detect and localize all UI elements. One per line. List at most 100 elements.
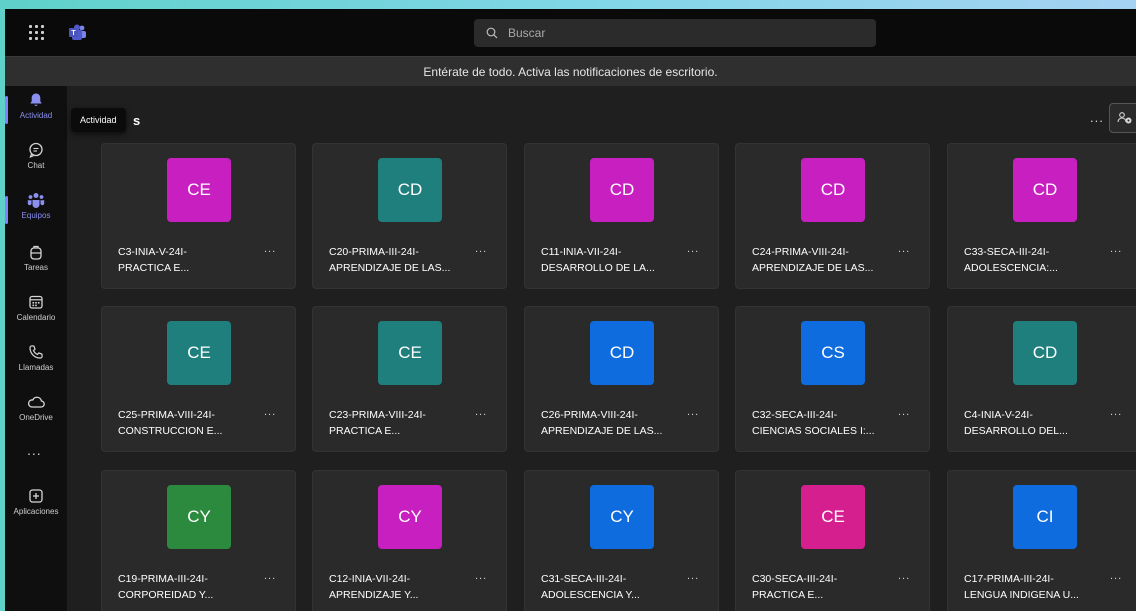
rail-label: OneDrive: [19, 413, 53, 422]
team-more-button[interactable]: ...: [1110, 243, 1122, 255]
team-name-line1: C25-PRIMA-VIII-24I-: [118, 409, 215, 421]
team-avatar: CS: [801, 321, 865, 385]
app-rail: Actividad Chat Equipos Tareas Calendario…: [5, 86, 67, 611]
team-name-line2: ADOLESCENCIA:...: [964, 262, 1058, 274]
rail-label: Equipos: [21, 211, 51, 220]
rail-label: Aplicaciones: [13, 507, 59, 516]
rail-item-onedrive[interactable]: OneDrive: [5, 394, 67, 444]
team-more-button[interactable]: ...: [898, 406, 910, 418]
team-card[interactable]: CD C20-PRIMA-III-24I- APRENDIZAJE DE LAS..…: [312, 143, 507, 289]
team-card[interactable]: CD C33-SECA-III-24I- ADOLESCENCIA:......: [947, 143, 1136, 289]
rail-label: Actividad: [19, 111, 53, 120]
cloud-icon: [28, 396, 45, 408]
team-card[interactable]: CY C12-INIA-VII-24I- APRENDIZAJE Y......: [312, 470, 507, 611]
team-card[interactable]: CE C30-SECA-III-24I- PRACTICA E......: [735, 470, 930, 611]
header-more-button[interactable]: ...: [1090, 110, 1104, 125]
team-avatar: CD: [1013, 321, 1077, 385]
team-avatar: CY: [590, 485, 654, 549]
team-more-button[interactable]: ...: [264, 406, 276, 418]
team-name-line1: C30-SECA-III-24I-: [752, 573, 838, 585]
team-name: C23-PRIMA-VIII-24I- PRACTICA E...: [329, 407, 469, 439]
team-more-button[interactable]: ...: [687, 406, 699, 418]
team-card[interactable]: CE C3-INIA-V-24I- PRACTICA E......: [101, 143, 296, 289]
backpack-icon: [30, 245, 42, 260]
main-header: s Actividad ...: [67, 86, 1136, 136]
join-create-team-button[interactable]: [1109, 103, 1136, 133]
team-name-line2: DESARROLLO DEL...: [964, 425, 1068, 437]
page-title-fragment: s: [133, 113, 141, 128]
team-name-line2: APRENDIZAJE DE LAS...: [752, 262, 874, 274]
rail-item-llamadas[interactable]: Llamadas: [5, 344, 67, 394]
team-more-button[interactable]: ...: [264, 570, 276, 582]
app-launcher-icon[interactable]: [29, 25, 45, 41]
team-avatar: CD: [590, 158, 654, 222]
team-more-button[interactable]: ...: [1110, 570, 1122, 582]
rail-item-chat[interactable]: Chat: [5, 142, 67, 192]
team-card[interactable]: CE C23-PRIMA-VIII-24I- PRACTICA E......: [312, 306, 507, 452]
team-name: C32-SECA-III-24I- CIENCIAS SOCIALES I:...: [752, 407, 892, 439]
notification-text: Entérate de todo. Activa las notificacio…: [423, 64, 718, 79]
rail-item-tareas[interactable]: Tareas: [5, 244, 67, 294]
team-card[interactable]: CY C31-SECA-III-24I- ADOLESCENCIA Y......: [524, 470, 719, 611]
team-avatar: CY: [378, 485, 442, 549]
team-card[interactable]: CD C4-INIA-V-24I- DESARROLLO DEL......: [947, 306, 1136, 452]
team-card[interactable]: CD C11-INIA-VII-24I- DESARROLLO DE LA.....…: [524, 143, 719, 289]
team-more-button[interactable]: ...: [475, 406, 487, 418]
team-name-line2: DESARROLLO DE LA...: [541, 262, 655, 274]
team-avatar: CE: [801, 485, 865, 549]
team-more-button[interactable]: ...: [264, 243, 276, 255]
team-name-line1: C19-PRIMA-III-24I-: [118, 573, 208, 585]
team-more-button[interactable]: ...: [475, 243, 487, 255]
team-name: C17-PRIMA-III-24I- LENGUA INDIGENA U...: [964, 571, 1104, 603]
team-name-line1: C33-SECA-III-24I-: [964, 246, 1050, 258]
phone-icon: [29, 345, 43, 359]
search-icon: [486, 27, 498, 39]
add-apps-icon: [29, 489, 43, 503]
team-avatar: CD: [590, 321, 654, 385]
team-name-line2: CORPOREIDAD Y...: [118, 589, 214, 601]
chat-icon: [29, 142, 43, 158]
rail-more-button[interactable]: ...: [27, 442, 42, 458]
team-name-line2: CIENCIAS SOCIALES I:...: [752, 425, 875, 437]
team-avatar: CE: [167, 321, 231, 385]
rail-item-equipos[interactable]: Equipos: [5, 192, 67, 242]
team-card[interactable]: CI C17-PRIMA-III-24I- LENGUA INDIGENA U...…: [947, 470, 1136, 611]
team-name: C33-SECA-III-24I- ADOLESCENCIA:...: [964, 244, 1104, 276]
team-name-line1: C32-SECA-III-24I-: [752, 409, 838, 421]
team-card[interactable]: CD C26-PRIMA-VIII-24I- APRENDIZAJE DE LAS.…: [524, 306, 719, 452]
team-card[interactable]: CD C24-PRIMA-VIII-24I- APRENDIZAJE DE LAS.…: [735, 143, 930, 289]
team-more-button[interactable]: ...: [1110, 406, 1122, 418]
search-input[interactable]: Buscar: [474, 19, 876, 47]
teams-logo-icon: T: [69, 24, 86, 40]
team-more-button[interactable]: ...: [687, 570, 699, 582]
team-card[interactable]: CY C19-PRIMA-III-24I- CORPOREIDAD Y......: [101, 470, 296, 611]
team-card[interactable]: CS C32-SECA-III-24I- CIENCIAS SOCIALES I:.…: [735, 306, 930, 452]
teams-icon: [27, 193, 45, 208]
team-more-button[interactable]: ...: [898, 570, 910, 582]
team-name: C12-INIA-VII-24I- APRENDIZAJE Y...: [329, 571, 469, 603]
team-name: C4-INIA-V-24I- DESARROLLO DEL...: [964, 407, 1104, 439]
rail-item-aplicaciones[interactable]: Aplicaciones: [5, 488, 67, 538]
team-card[interactable]: CE C25-PRIMA-VIII-24I- CONSTRUCCION E.....…: [101, 306, 296, 452]
title-bar: T Buscar: [5, 9, 1136, 56]
rail-item-actividad[interactable]: Actividad: [5, 92, 67, 142]
team-more-button[interactable]: ...: [687, 243, 699, 255]
team-avatar: CI: [1013, 485, 1077, 549]
team-name-line2: LENGUA INDIGENA U...: [964, 589, 1079, 601]
team-name-line2: PRACTICA E...: [329, 425, 401, 437]
notification-banner[interactable]: Entérate de todo. Activa las notificacio…: [5, 56, 1136, 86]
teams-window: T Buscar Entérate de todo. Activa las no…: [5, 9, 1136, 611]
rail-label: Calendario: [16, 313, 56, 322]
team-name-line2: APRENDIZAJE Y...: [329, 589, 419, 601]
team-more-button[interactable]: ...: [475, 570, 487, 582]
team-avatar: CD: [1013, 158, 1077, 222]
team-name-line2: APRENDIZAJE DE LAS...: [541, 425, 663, 437]
people-settings-icon: [1117, 112, 1132, 124]
team-name-line2: APRENDIZAJE DE LAS...: [329, 262, 451, 274]
rail-item-calendario[interactable]: Calendario: [5, 294, 67, 344]
team-more-button[interactable]: ...: [898, 243, 910, 255]
calendar-icon: [29, 295, 43, 309]
team-avatar: CD: [801, 158, 865, 222]
team-name-line1: C4-INIA-V-24I-: [964, 409, 1033, 421]
search-placeholder: Buscar: [508, 26, 546, 40]
